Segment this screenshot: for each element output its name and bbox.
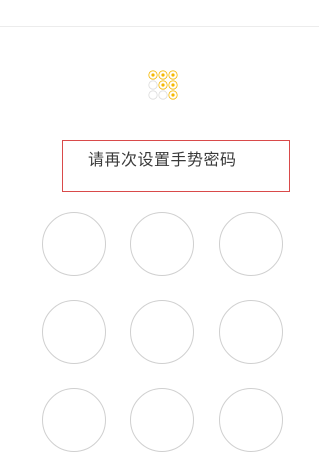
top-bar	[0, 0, 319, 27]
preview-dot-6	[168, 80, 178, 90]
pattern-preview-icon	[148, 70, 178, 100]
preview-dot-5	[158, 80, 168, 90]
gesture-node-2[interactable]	[130, 212, 194, 276]
gesture-node-1[interactable]	[42, 212, 106, 276]
gesture-node-9[interactable]	[219, 388, 283, 452]
gesture-node-4[interactable]	[42, 300, 106, 364]
gesture-node-5[interactable]	[130, 300, 194, 364]
prompt-title: 请再次设置手势密码	[88, 150, 237, 169]
preview-dot-1	[148, 70, 158, 80]
preview-dot-8	[158, 90, 168, 100]
gesture-node-8[interactable]	[130, 388, 194, 452]
gesture-node-7[interactable]	[42, 388, 106, 452]
gesture-node-6[interactable]	[219, 300, 283, 364]
preview-dot-9	[168, 90, 178, 100]
preview-dot-7	[148, 90, 158, 100]
preview-dot-2	[158, 70, 168, 80]
preview-dot-4	[148, 80, 158, 90]
preview-dot-3	[168, 70, 178, 80]
gesture-node-3[interactable]	[219, 212, 283, 276]
gesture-pattern-preview	[145, 67, 181, 103]
